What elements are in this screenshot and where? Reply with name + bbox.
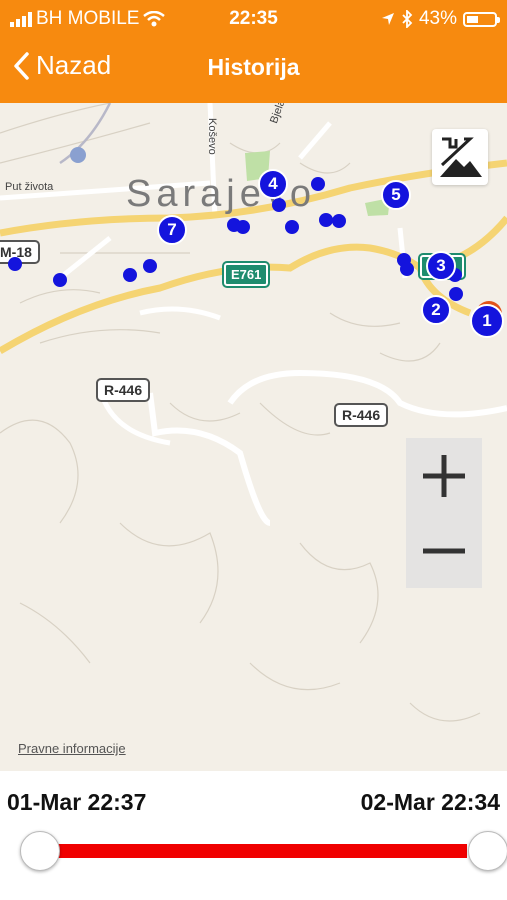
location-dot[interactable]	[332, 214, 346, 228]
location-dot[interactable]	[285, 220, 299, 234]
start-date-label: 01-Mar 22:37	[7, 789, 147, 815]
road-label: Koševo	[206, 118, 218, 155]
location-dot[interactable]	[272, 198, 286, 212]
zoom-controls	[406, 438, 482, 588]
minus-icon	[423, 548, 465, 553]
legal-link[interactable]: Pravne informacije	[18, 741, 126, 756]
marker-1[interactable]: 1	[470, 304, 504, 338]
marker-7[interactable]: 7	[157, 215, 187, 245]
road-label: Put života	[5, 181, 54, 193]
map-type-icon	[440, 137, 482, 177]
zoom-out-button[interactable]	[406, 513, 482, 588]
location-dot[interactable]	[8, 257, 22, 271]
location-dot[interactable]	[123, 268, 137, 282]
map-type-button[interactable]	[432, 129, 488, 185]
battery-percent: 43%	[418, 8, 457, 29]
map-view[interactable]: Sarajevo Put života Koševo Bjela M-18 R-…	[0, 103, 507, 771]
location-dot[interactable]	[400, 262, 414, 276]
marker-3[interactable]: 3	[426, 251, 456, 281]
location-dot[interactable]	[236, 220, 250, 234]
marker-4[interactable]: 4	[258, 169, 288, 199]
road-shield-e761: E761	[221, 261, 271, 288]
range-slider-track[interactable]	[40, 844, 467, 858]
battery-icon	[463, 11, 500, 27]
plus-icon	[423, 454, 465, 497]
location-dot[interactable]	[143, 259, 157, 273]
page-title: Historija	[207, 54, 300, 80]
location-dot[interactable]	[319, 213, 333, 227]
range-start-handle[interactable]	[20, 831, 60, 871]
location-dot[interactable]	[311, 177, 325, 191]
bluetooth-icon	[402, 10, 413, 28]
marker-5[interactable]: 5	[381, 180, 411, 210]
range-end-handle[interactable]	[468, 831, 507, 871]
location-dot[interactable]	[449, 287, 463, 301]
zoom-in-button[interactable]	[406, 438, 482, 513]
marker-2[interactable]: 2	[421, 295, 451, 325]
end-date-label: 02-Mar 22:34	[360, 789, 500, 815]
location-dot[interactable]	[53, 273, 67, 287]
location-arrow-icon	[381, 13, 394, 25]
date-range-panel: 01-Mar 22:37 02-Mar 22:34	[0, 771, 507, 900]
top-bar: BH MOBILE 22:35 43% Nazad Historija	[0, 0, 507, 103]
nav-bar: Nazad Historija	[0, 50, 507, 90]
status-bar: BH MOBILE 22:35 43%	[0, 0, 507, 36]
road-shield-r446: R-446	[334, 403, 389, 427]
road-shield-r446: R-446	[96, 378, 151, 402]
